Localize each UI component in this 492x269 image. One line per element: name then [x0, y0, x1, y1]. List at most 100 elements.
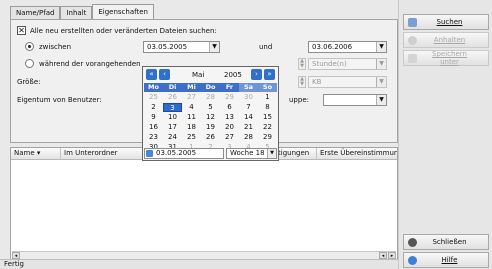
scroll-right-icon[interactable]: ▸ [388, 252, 396, 259]
button-column: Suchen Anhalten Speichern unter Schließe… [398, 0, 492, 269]
scroll-left-end-icon[interactable]: ◂ [379, 252, 387, 259]
tab-name-path[interactable]: Name/Pfad [10, 6, 61, 20]
calendar-day[interactable]: 29 [258, 133, 277, 142]
chevron-down-icon[interactable]: ▼ [376, 95, 386, 105]
between-radio[interactable] [25, 42, 34, 51]
size-unit-combo[interactable]: KB ▼ [308, 76, 387, 88]
size-unit-value: KB [312, 78, 322, 86]
weekday-so: So [258, 83, 277, 92]
calendar-year[interactable]: 2005 [224, 71, 242, 79]
unit-value: Stunde(n) [312, 60, 347, 68]
weekday-mi: Mi [182, 83, 201, 92]
close-button[interactable]: Schließen [403, 234, 489, 250]
group-label: uppe: [289, 96, 309, 104]
weekday-sa: Sa [239, 83, 258, 92]
column-subfolder[interactable]: Im Unterordner [61, 148, 145, 160]
between-row: zwischen [25, 42, 71, 51]
from-date-value: 03.05.2005 [147, 43, 188, 51]
stop-button[interactable]: Anhalten [403, 32, 489, 48]
tab-properties[interactable]: Eigenschaften [92, 4, 154, 20]
calendar-day[interactable]: 29 [220, 93, 239, 102]
search-icon [408, 17, 417, 27]
calendar-day[interactable]: 27 [220, 133, 239, 142]
prev-month-icon[interactable]: ‹ [159, 69, 170, 80]
next-month-icon[interactable]: › [251, 69, 262, 80]
during-radio[interactable] [25, 59, 34, 68]
size-spinner[interactable]: ▲ ▼ [298, 76, 306, 88]
calendar-month[interactable]: Mai [192, 71, 204, 79]
calendar-day[interactable]: 3 [163, 103, 182, 112]
next-year-icon[interactable]: » [264, 69, 275, 80]
column-permissions[interactable]: tigungen [275, 148, 317, 160]
column-first-match[interactable]: Erste Übereinstimmung [317, 148, 397, 160]
calendar-day[interactable]: 26 [163, 93, 182, 102]
calendar-icon[interactable] [146, 150, 153, 157]
save-as-button[interactable]: Speichern unter [403, 50, 489, 66]
calendar-day[interactable]: 7 [239, 103, 258, 112]
calendar-day[interactable]: 11 [182, 113, 201, 122]
calendar-day[interactable]: 23 [144, 133, 163, 142]
calendar-day[interactable]: 16 [144, 123, 163, 132]
during-row: während der vorangehenden [25, 59, 141, 68]
calendar-day[interactable]: 4 [182, 103, 201, 112]
calendar-day[interactable]: 25 [182, 133, 201, 142]
calendar-day[interactable]: 21 [239, 123, 258, 132]
calendar-day[interactable]: 25 [144, 93, 163, 102]
to-date-value: 03.06.2006 [312, 43, 353, 51]
chevron-down-icon[interactable]: ▼ [376, 59, 386, 69]
calendar-day[interactable]: 20 [220, 123, 239, 132]
calendar-day[interactable]: 19 [201, 123, 220, 132]
during-label: während der vorangehenden [39, 59, 141, 68]
calendar-date-input[interactable]: 03.05.2005 [144, 148, 224, 159]
calendar-day[interactable]: 12 [201, 113, 220, 122]
calendar-day[interactable]: 22 [258, 123, 277, 132]
prev-year-icon[interactable]: « [146, 69, 157, 80]
calendar-day[interactable]: 28 [239, 133, 258, 142]
status-text: Fertig [4, 260, 24, 268]
weekday-mo: Mo [144, 83, 163, 92]
calendar-day[interactable]: 28 [201, 93, 220, 102]
scroll-left-icon[interactable]: ◂ [12, 252, 20, 259]
find-files-dialog: Name/Pfad Inhalt Eigenschaften ✕ Alle ne… [0, 0, 492, 269]
calendar-day[interactable]: 9 [144, 113, 163, 122]
calendar-header: « ‹ Mai 2005 › » [144, 68, 277, 82]
calendar-day[interactable]: 15 [258, 113, 277, 122]
group-combo[interactable]: ▼ [323, 94, 387, 106]
chevron-down-icon[interactable]: ▼ [267, 149, 276, 158]
calendar-day[interactable]: 14 [239, 113, 258, 122]
calendar-day[interactable]: 10 [163, 113, 182, 122]
tab-content[interactable]: Inhalt [60, 6, 93, 20]
calendar-day[interactable]: 30 [239, 93, 258, 102]
chevron-down-icon[interactable]: ▼ [376, 42, 386, 52]
calendar-day[interactable]: 18 [182, 123, 201, 132]
stop-icon [408, 35, 417, 45]
unit-combo[interactable]: Stunde(n) ▼ [308, 58, 387, 70]
calendar-day[interactable]: 26 [201, 133, 220, 142]
help-button[interactable]: Hilfe [403, 252, 489, 268]
during-spinner[interactable]: ▲ ▼ [298, 58, 306, 70]
week-combo[interactable]: Woche 18 ▼ [226, 148, 277, 159]
calendar-day[interactable]: 13 [220, 113, 239, 122]
all-new-checkbox[interactable]: ✕ [17, 26, 26, 35]
search-button[interactable]: Suchen [403, 14, 489, 30]
calendar-day[interactable]: 1 [258, 93, 277, 102]
calendar-day[interactable]: 5 [201, 103, 220, 112]
calendar-day[interactable]: 27 [182, 93, 201, 102]
column-name[interactable]: Name ▾ [11, 148, 61, 160]
calendar-day[interactable]: 8 [258, 103, 277, 112]
chevron-down-icon[interactable]: ▼ [376, 77, 386, 87]
calendar-day[interactable]: 6 [220, 103, 239, 112]
to-date-combo[interactable]: 03.06.2006 ▼ [308, 41, 387, 53]
results-list[interactable]: Name ▾ Im Unterordner tigungen Erste Übe… [10, 147, 398, 261]
close-icon [408, 237, 417, 247]
horizontal-scrollbar[interactable]: ◂ ◂ ▸ [12, 251, 396, 259]
sort-down-icon: ▾ [36, 149, 41, 157]
all-new-row: ✕ Alle neu erstellten oder veränderten D… [17, 26, 217, 35]
calendar-day[interactable]: 2 [144, 103, 163, 112]
calendar-day[interactable]: 17 [163, 123, 182, 132]
from-date-combo[interactable]: 03.05.2005 ▼ [143, 41, 220, 53]
chevron-down-icon[interactable]: ▼ [209, 42, 219, 52]
size-label: Größe: [17, 78, 41, 86]
calendar-day[interactable]: 24 [163, 133, 182, 142]
week-value: Woche 18 [230, 149, 265, 157]
